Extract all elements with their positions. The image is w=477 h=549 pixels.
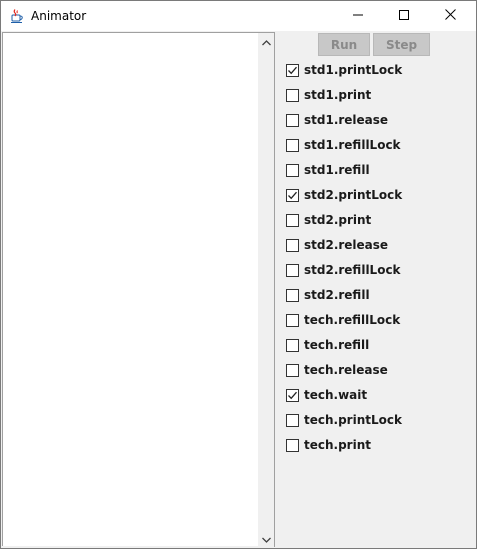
checkbox[interactable] <box>286 163 299 177</box>
window-title: Animator <box>31 9 87 23</box>
checkmark-icon <box>288 391 297 399</box>
checkbox[interactable] <box>286 313 299 327</box>
checkbox[interactable] <box>286 363 299 377</box>
chevron-up-icon <box>261 33 271 51</box>
checkbox-label[interactable]: tech.refillLock <box>304 313 400 327</box>
checkmark-icon <box>288 191 297 199</box>
checkbox-label[interactable]: std2.print <box>304 213 371 227</box>
step-button[interactable]: Step <box>373 33 430 56</box>
minimize-icon <box>353 7 363 25</box>
control-panel: Run Step std1.printLock std1.print std1.… <box>275 32 476 547</box>
checkbox-label[interactable]: tech.printLock <box>304 413 402 427</box>
checkmark-icon <box>288 66 297 74</box>
checkbox-item[interactable]: tech.wait <box>286 386 367 404</box>
checkbox-label[interactable]: std1.refillLock <box>304 138 401 152</box>
checkbox-label[interactable]: tech.print <box>304 438 371 452</box>
checkbox-label[interactable]: std2.refillLock <box>304 263 401 277</box>
checkbox-item[interactable]: std2.refill <box>286 286 370 304</box>
scroll-up-button[interactable] <box>258 34 274 50</box>
checkbox-label[interactable]: std1.release <box>304 113 388 127</box>
checkbox[interactable] <box>286 238 299 252</box>
vertical-scrollbar[interactable] <box>258 32 274 547</box>
minimize-button[interactable] <box>335 1 381 31</box>
checkbox-item[interactable]: tech.printLock <box>286 411 402 429</box>
checkbox[interactable] <box>286 88 299 102</box>
scroll-down-button[interactable] <box>258 531 274 547</box>
checkbox-item[interactable]: tech.print <box>286 436 371 454</box>
checkbox-item[interactable]: std2.refillLock <box>286 261 401 279</box>
checkbox-label[interactable]: std2.refill <box>304 288 370 302</box>
checkbox[interactable] <box>286 413 299 427</box>
checkbox-item[interactable]: tech.release <box>286 361 388 379</box>
checkbox[interactable] <box>286 113 299 127</box>
checkbox-item[interactable]: tech.refillLock <box>286 311 400 329</box>
chevron-down-icon <box>261 530 271 548</box>
checkbox-item[interactable]: std1.print <box>286 86 371 104</box>
checkbox-item[interactable]: tech.refill <box>286 336 369 354</box>
checkbox-label[interactable]: tech.wait <box>304 388 367 402</box>
checkbox[interactable] <box>286 63 299 77</box>
checkbox[interactable] <box>286 263 299 277</box>
checkbox-label[interactable]: std2.printLock <box>304 188 402 202</box>
checkbox-item[interactable]: std2.release <box>286 236 388 254</box>
checkbox-item[interactable]: std1.release <box>286 111 388 129</box>
checkbox[interactable] <box>286 213 299 227</box>
maximize-button[interactable] <box>381 1 427 31</box>
close-button[interactable] <box>427 1 473 31</box>
java-cup-icon <box>9 8 25 24</box>
run-button[interactable]: Run <box>318 33 370 56</box>
checkbox-label[interactable]: std1.printLock <box>304 63 402 77</box>
checkbox[interactable] <box>286 438 299 452</box>
checkbox-label[interactable]: std1.print <box>304 88 371 102</box>
animation-text-area[interactable] <box>2 32 259 546</box>
checkbox-label[interactable]: std2.release <box>304 238 388 252</box>
checkbox-label[interactable]: std1.refill <box>304 163 370 177</box>
checkbox-item[interactable]: std1.printLock <box>286 61 402 79</box>
checkbox[interactable] <box>286 288 299 302</box>
checkbox[interactable] <box>286 338 299 352</box>
title-bar[interactable]: Animator <box>1 1 476 31</box>
checkbox[interactable] <box>286 188 299 202</box>
checkbox-item[interactable]: std1.refillLock <box>286 136 401 154</box>
checkbox[interactable] <box>286 138 299 152</box>
scroll-track[interactable] <box>258 50 274 530</box>
close-icon <box>444 7 456 25</box>
checkbox-item[interactable]: std1.refill <box>286 161 370 179</box>
maximize-icon <box>399 7 409 25</box>
checkbox-label[interactable]: tech.refill <box>304 338 369 352</box>
checkbox[interactable] <box>286 388 299 402</box>
checkbox-label[interactable]: tech.release <box>304 363 388 377</box>
checkbox-item[interactable]: std2.print <box>286 211 371 229</box>
checkbox-item[interactable]: std2.printLock <box>286 186 402 204</box>
animator-window: Animator Run Step std1.printLock std1.pr… <box>0 0 477 549</box>
